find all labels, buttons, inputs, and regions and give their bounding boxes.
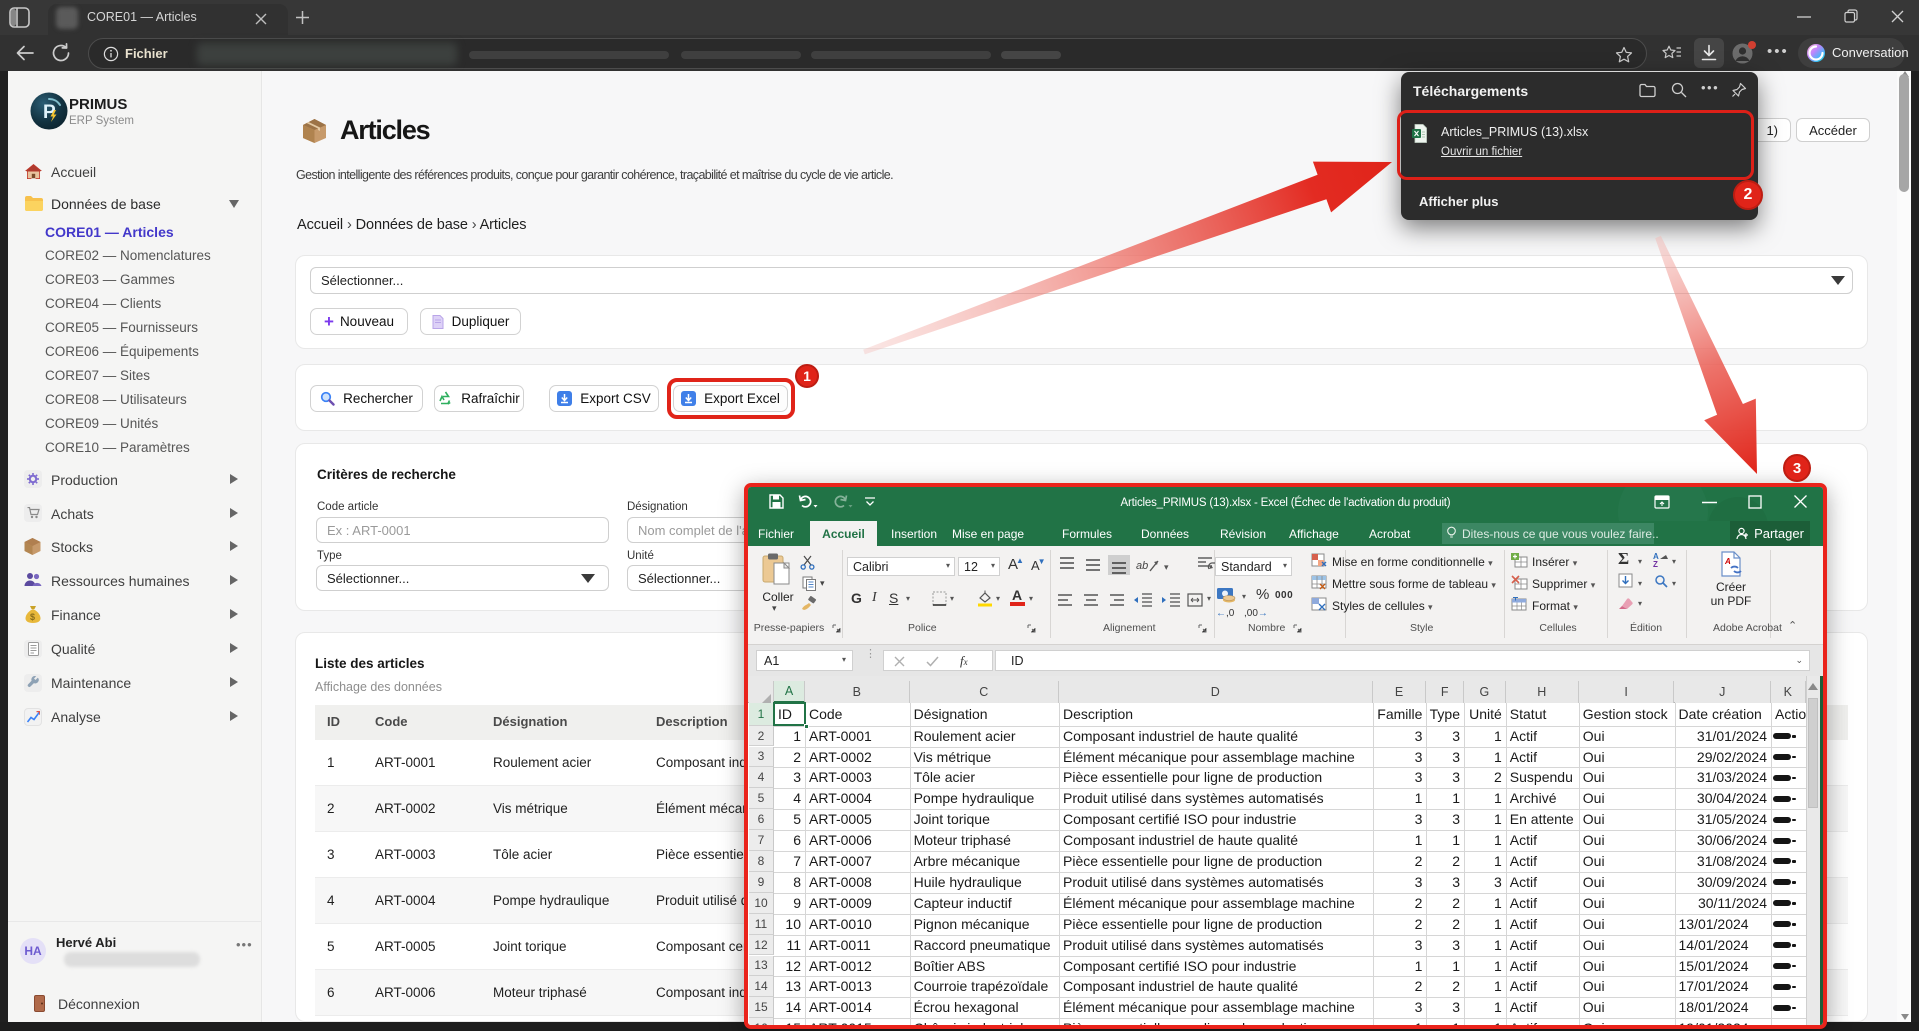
svg-text:ab: ab [1136,560,1148,572]
svg-text:A: A [1724,557,1731,566]
svg-text:Z: Z [1653,560,1658,567]
svg-text:$: $ [30,612,35,622]
svg-text:▾: ▾ [1164,562,1169,572]
